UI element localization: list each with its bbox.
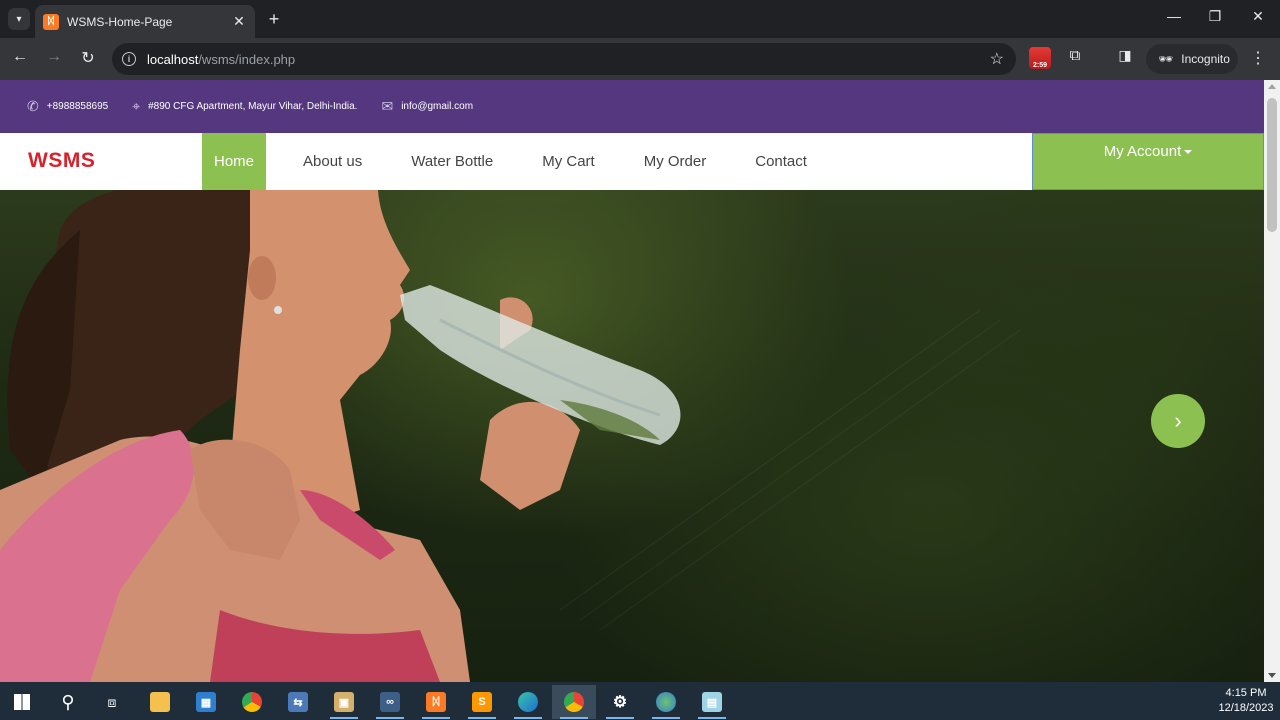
nav-link-water-bottle[interactable]: Water Bottle bbox=[399, 133, 505, 190]
site-info-icon[interactable]: i bbox=[122, 52, 136, 66]
page-viewport: ✆ +8988858695 ⌖ #890 CFG Apartment, Mayu… bbox=[0, 80, 1280, 682]
main-navbar: WSMS Home About us Water Bottle My Cart … bbox=[0, 133, 1264, 190]
phone-text: +8988858695 bbox=[46, 101, 109, 112]
tab-search-icon[interactable]: ▾ bbox=[8, 8, 30, 30]
mail-icon: ✉ bbox=[381, 98, 394, 114]
url-text: localhost/wsms/index.php bbox=[147, 52, 295, 67]
topbar-phone: ✆ +8988858695 bbox=[27, 98, 108, 115]
url-host: localhost bbox=[147, 51, 199, 67]
settings-gear-icon[interactable]: ⚙ bbox=[598, 685, 642, 719]
extension-badge-text: 2:59 bbox=[1032, 62, 1047, 69]
location-pin-icon: ⌖ bbox=[132, 98, 141, 114]
brand-logo[interactable]: WSMS bbox=[28, 149, 95, 173]
extensions-puzzle-icon[interactable]: ⧉ bbox=[1064, 47, 1086, 69]
incognito-label: Incognito bbox=[1181, 52, 1230, 66]
nav-link-about[interactable]: About us bbox=[291, 133, 374, 190]
store-icon[interactable]: ▦ bbox=[184, 685, 228, 719]
bookmark-star-icon[interactable]: ☆ bbox=[990, 49, 1004, 69]
notes-app-icon[interactable]: ▤ bbox=[690, 685, 734, 719]
reload-icon[interactable]: ↻ bbox=[77, 48, 99, 68]
hero-slider: › bbox=[0, 190, 1264, 682]
new-tab-icon[interactable]: + bbox=[264, 9, 284, 30]
caret-down-icon bbox=[1184, 150, 1193, 155]
phone-icon: ✆ bbox=[27, 98, 39, 114]
chrome-incognito-icon[interactable] bbox=[552, 685, 596, 719]
back-icon[interactable]: ← bbox=[9, 48, 31, 66]
forward-icon[interactable]: → bbox=[43, 48, 65, 66]
browser-toolbar: ← → ↻ i localhost/wsms/index.php ☆ 2:59 … bbox=[0, 38, 1280, 80]
incognito-indicator[interactable]: 🕶 Incognito bbox=[1146, 44, 1238, 74]
browser-menu-icon[interactable]: ⋮ bbox=[1250, 48, 1266, 68]
scroll-up-icon[interactable] bbox=[1268, 84, 1276, 89]
url-path: /wsms/index.php bbox=[198, 51, 296, 67]
windows-start-icon[interactable] bbox=[0, 685, 44, 719]
nav-link-order[interactable]: My Order bbox=[632, 133, 719, 190]
system-clock[interactable]: 4:15 PM 12/18/2023 bbox=[1218, 686, 1274, 716]
scroll-down-icon[interactable] bbox=[1268, 673, 1276, 678]
browser-tab-strip: ▾ ᛞ WSMS-Home-Page ✕ + — ❐ ✕ bbox=[0, 0, 1280, 38]
xampp-icon[interactable]: ᛞ bbox=[414, 685, 458, 719]
nav-links: Home About us Water Bottle My Cart My Or… bbox=[202, 133, 844, 190]
contact-topbar: ✆ +8988858695 ⌖ #890 CFG Apartment, Mayu… bbox=[0, 80, 1264, 133]
scroll-thumb[interactable] bbox=[1267, 98, 1277, 232]
tab-close-icon[interactable]: ✕ bbox=[231, 13, 247, 30]
extension-timer-icon[interactable]: 2:59 bbox=[1029, 47, 1051, 69]
nav-link-cart[interactable]: My Cart bbox=[530, 133, 607, 190]
browser-tab[interactable]: ᛞ WSMS-Home-Page ✕ bbox=[35, 5, 255, 38]
windows-taskbar: ⚲ ⧈ ▦ ⇆ ▣ ∞ ᛞ S ⚙ ▤ 4:15 PM 12/18/2023 bbox=[0, 682, 1280, 720]
sublime-text-icon[interactable]: S bbox=[460, 685, 504, 719]
visual-studio-icon[interactable]: ∞ bbox=[368, 685, 412, 719]
task-view-icon[interactable]: ⧈ bbox=[90, 685, 134, 719]
nav-link-contact[interactable]: Contact bbox=[743, 133, 819, 190]
network-app-icon[interactable]: ⇆ bbox=[276, 685, 320, 719]
xampp-favicon-icon: ᛞ bbox=[43, 13, 59, 30]
hero-image-woman-drinking-water bbox=[0, 190, 1021, 682]
side-panel-icon[interactable]: ◨ bbox=[1114, 47, 1136, 69]
topbar-email: ✉ info@gmail.com bbox=[381, 98, 473, 115]
topbar-address: ⌖ #890 CFG Apartment, Mayur Vihar, Delhi… bbox=[132, 98, 357, 115]
address-bar[interactable]: i localhost/wsms/index.php ☆ bbox=[112, 43, 1016, 75]
clock-date: 12/18/2023 bbox=[1218, 702, 1274, 714]
restore-icon[interactable]: ❐ bbox=[1205, 8, 1225, 25]
close-window-icon[interactable]: ✕ bbox=[1248, 8, 1268, 25]
globe-app-icon[interactable] bbox=[644, 685, 688, 719]
chrome-icon[interactable] bbox=[230, 685, 274, 719]
my-account-label: My Account bbox=[1103, 143, 1182, 160]
incognito-icon: 🕶 bbox=[1158, 52, 1174, 66]
page-scrollbar[interactable] bbox=[1264, 80, 1280, 682]
edge-icon[interactable] bbox=[506, 685, 550, 719]
tab-title: WSMS-Home-Page bbox=[67, 14, 173, 29]
clock-time: 4:15 PM bbox=[1225, 687, 1267, 699]
package-app-icon[interactable]: ▣ bbox=[322, 685, 366, 719]
email-text[interactable]: info@gmail.com bbox=[401, 101, 473, 112]
minimize-icon[interactable]: — bbox=[1164, 8, 1184, 24]
slider-next-button[interactable]: › bbox=[1151, 394, 1205, 448]
file-explorer-icon[interactable] bbox=[138, 685, 182, 719]
address-text: #890 CFG Apartment, Mayur Vihar, Delhi-I… bbox=[148, 101, 358, 112]
nav-link-home[interactable]: Home bbox=[202, 133, 267, 190]
search-icon[interactable]: ⚲ bbox=[46, 685, 90, 719]
my-account-dropdown[interactable]: My Account bbox=[1032, 133, 1264, 190]
